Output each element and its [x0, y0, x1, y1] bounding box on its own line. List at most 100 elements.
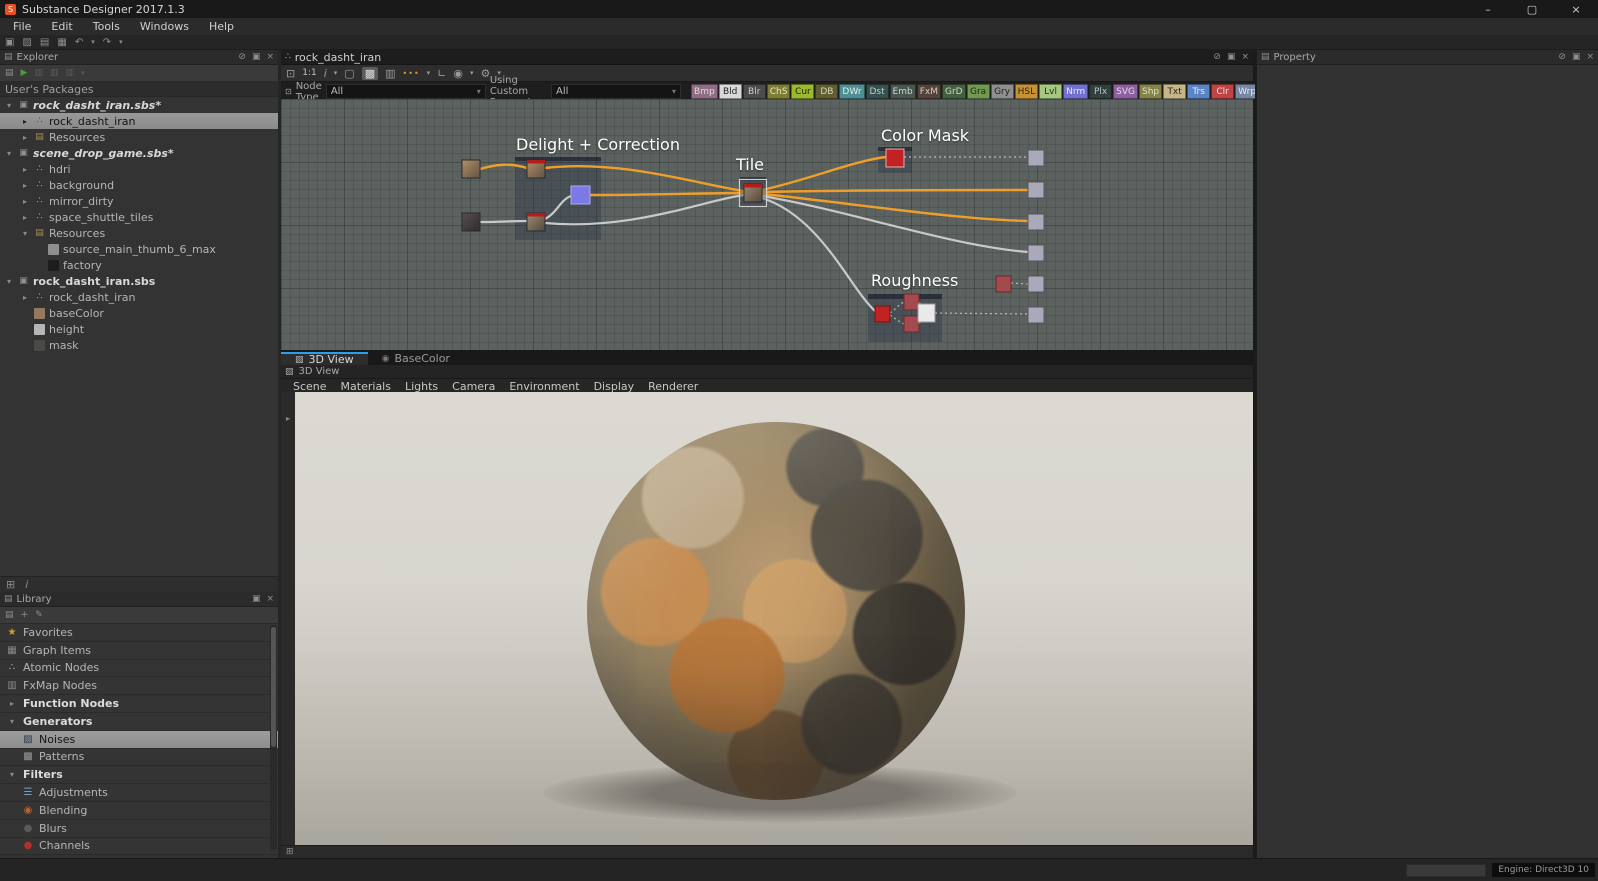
info-icon[interactable]: i [324, 67, 327, 80]
publish-play-icon[interactable]: ▶ [21, 68, 28, 78]
library-item-atomic-nodes[interactable]: ∴ Atomic Nodes [0, 660, 278, 678]
custom-params-select[interactable]: All ▾ [551, 84, 681, 99]
undo-icon[interactable]: ↶ [75, 37, 83, 48]
menu-windows[interactable]: Windows [131, 20, 198, 33]
tab-3d-view[interactable]: ▧ 3D View [281, 352, 368, 365]
chevron-right-icon[interactable]: ▸ [20, 197, 30, 206]
tree-item-rock-dasht-iran-sbs-1[interactable]: ▾ ▣ rock_dasht_iran.sbs* [0, 97, 278, 113]
chevron-down-icon[interactable]: ▾ [4, 101, 14, 110]
filter-chip-gra[interactable]: Gra [967, 84, 990, 99]
library-item-patterns[interactable]: ▩ Patterns [0, 749, 278, 767]
link-style-dots-icon[interactable]: ••• [403, 69, 420, 78]
gutter-toggle-icon[interactable]: ▸ [286, 414, 290, 423]
tree-item-rock-dasht-iran-graph[interactable]: ▸ ∴ rock_dasht_iran [0, 113, 278, 129]
pin-icon[interactable]: ⊘ [238, 52, 246, 62]
close-icon[interactable]: × [266, 594, 274, 604]
filter-chip-lvl[interactable]: Lvl [1039, 84, 1062, 99]
node-output-1[interactable] [1028, 150, 1044, 166]
tree-item-rock-dasht-iran-sbs-2[interactable]: ▾ ▣ rock_dasht_iran.sbs [0, 273, 278, 289]
node-type-select[interactable]: All ▾ [326, 84, 486, 99]
tree-item-space-shuttle-tiles[interactable]: ▸ ∴ space_shuttle_tiles [0, 209, 278, 225]
node-output-5[interactable] [1028, 276, 1044, 292]
chevron-down-icon[interactable]: ▾ [6, 770, 18, 779]
tree-item-hdri[interactable]: ▸ ∴ hdri [0, 161, 278, 177]
close-icon[interactable]: × [266, 52, 274, 62]
library-item-blurs[interactable]: ● Blurs [0, 820, 278, 838]
filter-chip-txt[interactable]: Txt [1163, 84, 1186, 99]
filter-chip-grd[interactable]: GrD [942, 84, 966, 99]
add-icon[interactable]: + [21, 610, 29, 620]
select-tool-icon[interactable]: ▢ [344, 67, 354, 80]
library-item-graph-items[interactable]: ▦ Graph Items [0, 642, 278, 660]
chevron-down-icon[interactable]: ▾ [334, 69, 338, 77]
tree-item-resources-2[interactable]: ▾ ▤ Resources [0, 225, 278, 241]
maximize-button[interactable]: ▢ [1510, 0, 1554, 18]
panel-tool-icon[interactable]: ▥ [385, 67, 395, 80]
library-item-channels[interactable]: ● Channels [0, 838, 278, 856]
graph-tab[interactable]: rock_dasht_iran [295, 51, 381, 64]
node-bitmap-input-bottom[interactable] [462, 213, 480, 231]
menu-renderer[interactable]: Renderer [648, 380, 698, 393]
filter-chip-dst[interactable]: Dst [866, 84, 889, 99]
chevron-right-icon[interactable]: ▸ [20, 293, 30, 302]
chevron-down-icon[interactable]: ▾ [20, 229, 30, 238]
library-item-adjustments[interactable]: ☰ Adjustments [0, 784, 278, 802]
library-item-generators[interactable]: ▾ Generators [0, 713, 278, 731]
float-icon[interactable]: ▣ [1227, 52, 1236, 62]
filter-chip-shp[interactable]: Shp [1139, 84, 1162, 99]
export-icon-1[interactable]: ▥ [34, 68, 43, 78]
node-roughness-maroon-2[interactable] [904, 316, 919, 332]
pin-icon[interactable]: ⊘ [1213, 52, 1221, 62]
menu-scene[interactable]: Scene [293, 380, 327, 393]
node-output-2[interactable] [1028, 182, 1044, 198]
save-package-icon[interactable]: ▤ [5, 68, 14, 78]
tree-item-factory[interactable]: factory [0, 257, 278, 273]
menu-tools[interactable]: Tools [84, 20, 129, 33]
menu-lights[interactable]: Lights [405, 380, 438, 393]
filter-chip-plx[interactable]: Plx [1089, 84, 1112, 99]
viewport-3d[interactable] [295, 392, 1253, 845]
node-colormask-red[interactable] [886, 149, 904, 167]
close-button[interactable]: × [1554, 0, 1598, 18]
library-scrollbar[interactable] [270, 625, 277, 850]
zoom-1-1-button[interactable]: 1:1 [302, 68, 316, 78]
graph-canvas[interactable]: Delight + Correction Tile Color Mask Rou… [281, 99, 1253, 350]
library-item-blending[interactable]: ◉ Blending [0, 802, 278, 820]
float-icon[interactable]: ▣ [252, 594, 261, 604]
library-item-filters[interactable]: ▾ Filters [0, 766, 278, 784]
node-bitmap-input-top[interactable] [462, 160, 480, 178]
node-roughness-maroon-1[interactable] [904, 294, 919, 310]
tree-item-scene-drop-game-sbs[interactable]: ▾ ▣ scene_drop_game.sbs* [0, 145, 278, 161]
filter-chip-fxm[interactable]: FxM [917, 84, 941, 99]
library-item-favorites[interactable]: ★ Favorites [0, 624, 278, 642]
filter-chip-chs[interactable]: ChS [767, 84, 791, 99]
tree-item-rock-dasht-iran-graph-2[interactable]: ▸ ∴ rock_dasht_iran [0, 289, 278, 305]
float-icon[interactable]: ▣ [1572, 52, 1581, 62]
pin-icon[interactable]: ⊘ [1558, 52, 1566, 62]
elbow-link-icon[interactable]: ∟ [437, 67, 446, 80]
menu-display[interactable]: Display [594, 380, 635, 393]
chevron-right-icon[interactable]: ▸ [20, 165, 30, 174]
tree-view-icon[interactable]: ⊞ [6, 578, 15, 591]
chevron-down-icon[interactable]: ▾ [81, 69, 85, 77]
tab-basecolor[interactable]: ◉ BaseColor [368, 352, 464, 365]
open-icon[interactable]: ▨ [22, 37, 31, 48]
output-nodes[interactable] [1028, 150, 1044, 323]
chevron-down-icon[interactable]: ▾ [4, 149, 14, 158]
export-icon-3[interactable]: ▥ [65, 68, 74, 78]
node-roughness-white[interactable] [918, 304, 935, 322]
menu-edit[interactable]: Edit [42, 20, 81, 33]
filter-chip-bmp[interactable]: Bmp [691, 84, 718, 99]
library-item-function-nodes[interactable]: ▸ Function Nodes [0, 695, 278, 713]
export-icon-2[interactable]: ▥ [50, 68, 59, 78]
node-output-6[interactable] [1028, 307, 1044, 323]
save-all-icon[interactable]: ▦ [57, 37, 66, 48]
chevron-right-icon[interactable]: ▸ [20, 181, 30, 190]
tree-item-resources-1[interactable]: ▸ ▤ Resources [0, 129, 278, 145]
undo-caret-icon[interactable]: ▾ [91, 38, 95, 46]
new-substance-icon[interactable]: ▣ [5, 37, 14, 48]
chevron-down-icon[interactable]: ▾ [427, 69, 431, 77]
filter-chip-dwr[interactable]: DWr [839, 84, 864, 99]
tree-item-mirror-dirty[interactable]: ▸ ∴ mirror_dirty [0, 193, 278, 209]
filter-chip-emb[interactable]: Emb [890, 84, 916, 99]
